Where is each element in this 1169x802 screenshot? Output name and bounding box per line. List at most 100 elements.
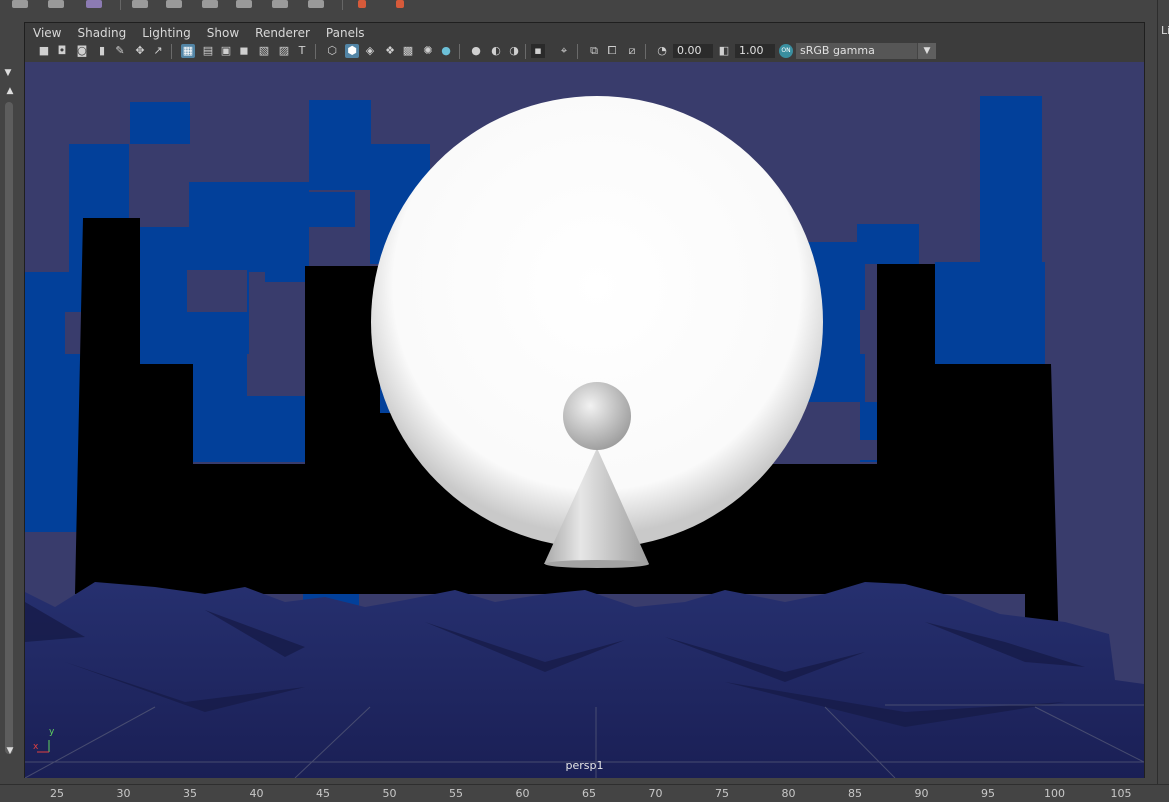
color-space-value: sRGB gamma xyxy=(800,44,875,57)
divider xyxy=(120,0,121,10)
scroll-down-icon[interactable]: ▼ xyxy=(4,746,16,756)
right-panel-label[interactable]: Li xyxy=(1161,24,1169,37)
chevron-down-icon[interactable]: ▼ xyxy=(917,43,936,59)
exposure-field[interactable]: 0.00 xyxy=(673,44,713,58)
scroll-up-icon[interactable]: ▲ xyxy=(4,86,16,96)
smooth-shade-icon[interactable]: ⬢ xyxy=(345,44,359,58)
timeline-tick: 30 xyxy=(116,787,131,800)
timeline-tick: 65 xyxy=(582,787,596,800)
timeline-tick: 105 xyxy=(1110,787,1132,800)
timeline-tick: 35 xyxy=(183,787,197,800)
safe-title-icon[interactable]: T xyxy=(295,44,309,58)
antialias-icon[interactable]: ◑ xyxy=(507,44,521,58)
shelf-icon[interactable] xyxy=(272,0,288,8)
shadows-icon[interactable]: ● xyxy=(439,44,453,58)
shelf-icon[interactable] xyxy=(236,0,252,8)
3d-viewport[interactable]: y x persp1 xyxy=(25,62,1144,778)
timeline-tick: 60 xyxy=(515,787,530,800)
scene-render xyxy=(25,62,1144,778)
pencil-icon[interactable]: ✎ xyxy=(113,44,127,58)
menu-show[interactable]: Show xyxy=(199,23,247,41)
color-space-select[interactable]: sRGB gamma ▼ xyxy=(796,43,936,59)
axis-y-label: y xyxy=(49,727,55,737)
divider xyxy=(342,0,343,10)
panel-menubar: View Shading Lighting Show Renderer Pane… xyxy=(25,23,1144,41)
panel-toolbar: ■ ◘ ◙ ▮ ✎ ✥ ↗ ▦ ▤ ▣ ◼ ▧ ▨ T ⬡ ⬢ ◈ ❖ ▩ ✺ … xyxy=(25,41,1144,62)
divider xyxy=(1157,0,1158,784)
xray-components-icon[interactable]: ⧠ xyxy=(605,44,619,58)
divider xyxy=(459,44,460,59)
film-gate-icon[interactable]: ▤ xyxy=(201,44,215,58)
timeline-tick: 80 xyxy=(781,787,796,800)
ambient-occlusion-icon[interactable]: ● xyxy=(469,44,483,58)
shelf-icon[interactable] xyxy=(396,0,404,8)
shelf-icon[interactable] xyxy=(12,0,28,8)
motion-blur-icon[interactable]: ◐ xyxy=(489,44,503,58)
camera-name-label: persp1 xyxy=(565,759,604,772)
ground-terrain xyxy=(25,582,1144,778)
color-management-toggle[interactable]: ON xyxy=(779,44,793,58)
divider xyxy=(171,44,172,59)
divider xyxy=(315,44,316,59)
right-panel: Li xyxy=(1145,0,1169,784)
exposure-icon[interactable]: ◔ xyxy=(655,44,669,58)
checker-icon[interactable]: ▩ xyxy=(401,44,415,58)
grid-icon[interactable]: ▦ xyxy=(181,44,195,58)
shelf-icon[interactable] xyxy=(166,0,182,8)
field-chart-icon[interactable]: ▧ xyxy=(257,44,271,58)
model-panel: View Shading Lighting Show Renderer Pane… xyxy=(24,22,1145,778)
menu-view[interactable]: View xyxy=(25,23,69,41)
gamma-icon[interactable]: ◧ xyxy=(717,44,731,58)
menu-panels[interactable]: Panels xyxy=(318,23,373,41)
timeline-tick: 70 xyxy=(648,787,663,800)
gate-mask-icon[interactable]: ◼ xyxy=(237,44,251,58)
lights-icon[interactable]: ✺ xyxy=(421,44,435,58)
timeline-tick: 40 xyxy=(249,787,264,800)
scroll-thumb[interactable] xyxy=(5,102,13,754)
timeline-tick: 50 xyxy=(382,787,397,800)
camera-attr-icon[interactable]: ◙ xyxy=(75,44,89,58)
xray-joints-icon[interactable]: ⧉ xyxy=(587,44,601,58)
resolution-gate-icon[interactable]: ▣ xyxy=(219,44,233,58)
xray-icon[interactable]: ⌖ xyxy=(557,44,571,58)
divider xyxy=(525,44,526,59)
timeline-tick: 25 xyxy=(50,787,64,800)
shelf-icon[interactable] xyxy=(132,0,148,8)
view-transform-icon[interactable]: ⧄ xyxy=(625,44,639,58)
shelf-icon[interactable] xyxy=(48,0,64,8)
wireframe-on-shaded-icon[interactable]: ◈ xyxy=(363,44,377,58)
shelf-icon[interactable] xyxy=(202,0,218,8)
axis-x-label: x xyxy=(33,742,39,752)
isolate-icon[interactable]: ▪ xyxy=(531,44,545,58)
shelf-icon[interactable] xyxy=(358,0,366,8)
divider xyxy=(577,44,578,59)
camera-icon[interactable]: ■ xyxy=(37,44,51,58)
shelf-icon[interactable] xyxy=(308,0,324,8)
shelf-icon[interactable] xyxy=(86,0,102,8)
left-scrollbar[interactable]: ▼ ▲ ▼ xyxy=(0,14,24,784)
timeline-tick: 45 xyxy=(316,787,330,800)
select-icon[interactable]: ↗ xyxy=(151,44,165,58)
timeline-tick: 90 xyxy=(914,787,929,800)
wireframe-icon[interactable]: ⬡ xyxy=(325,44,339,58)
menu-renderer[interactable]: Renderer xyxy=(247,23,318,41)
textured-icon[interactable]: ❖ xyxy=(383,44,397,58)
divider xyxy=(645,44,646,59)
gamma-field[interactable]: 1.00 xyxy=(735,44,775,58)
camera-lock-icon[interactable]: ◘ xyxy=(55,44,69,58)
time-slider[interactable]: 25 30 35 40 45 50 55 60 65 70 75 80 85 90 95 100 105 xyxy=(0,784,1169,802)
sphere-head xyxy=(563,382,631,450)
move-icon[interactable]: ✥ xyxy=(133,44,147,58)
timeline-tick: 95 xyxy=(981,787,995,800)
cone-base xyxy=(545,560,649,568)
menu-shading[interactable]: Shading xyxy=(69,23,134,41)
timeline-tick: 75 xyxy=(715,787,729,800)
scroll-down-icon[interactable]: ▼ xyxy=(2,68,14,78)
bookmark-icon[interactable]: ▮ xyxy=(95,44,109,58)
timeline-tick: 55 xyxy=(449,787,463,800)
safe-action-icon[interactable]: ▨ xyxy=(277,44,291,58)
main-shelf-strip xyxy=(0,0,1169,14)
timeline-tick: 100 xyxy=(1044,787,1065,800)
timeline-tick: 85 xyxy=(848,787,862,800)
menu-lighting[interactable]: Lighting xyxy=(134,23,199,41)
